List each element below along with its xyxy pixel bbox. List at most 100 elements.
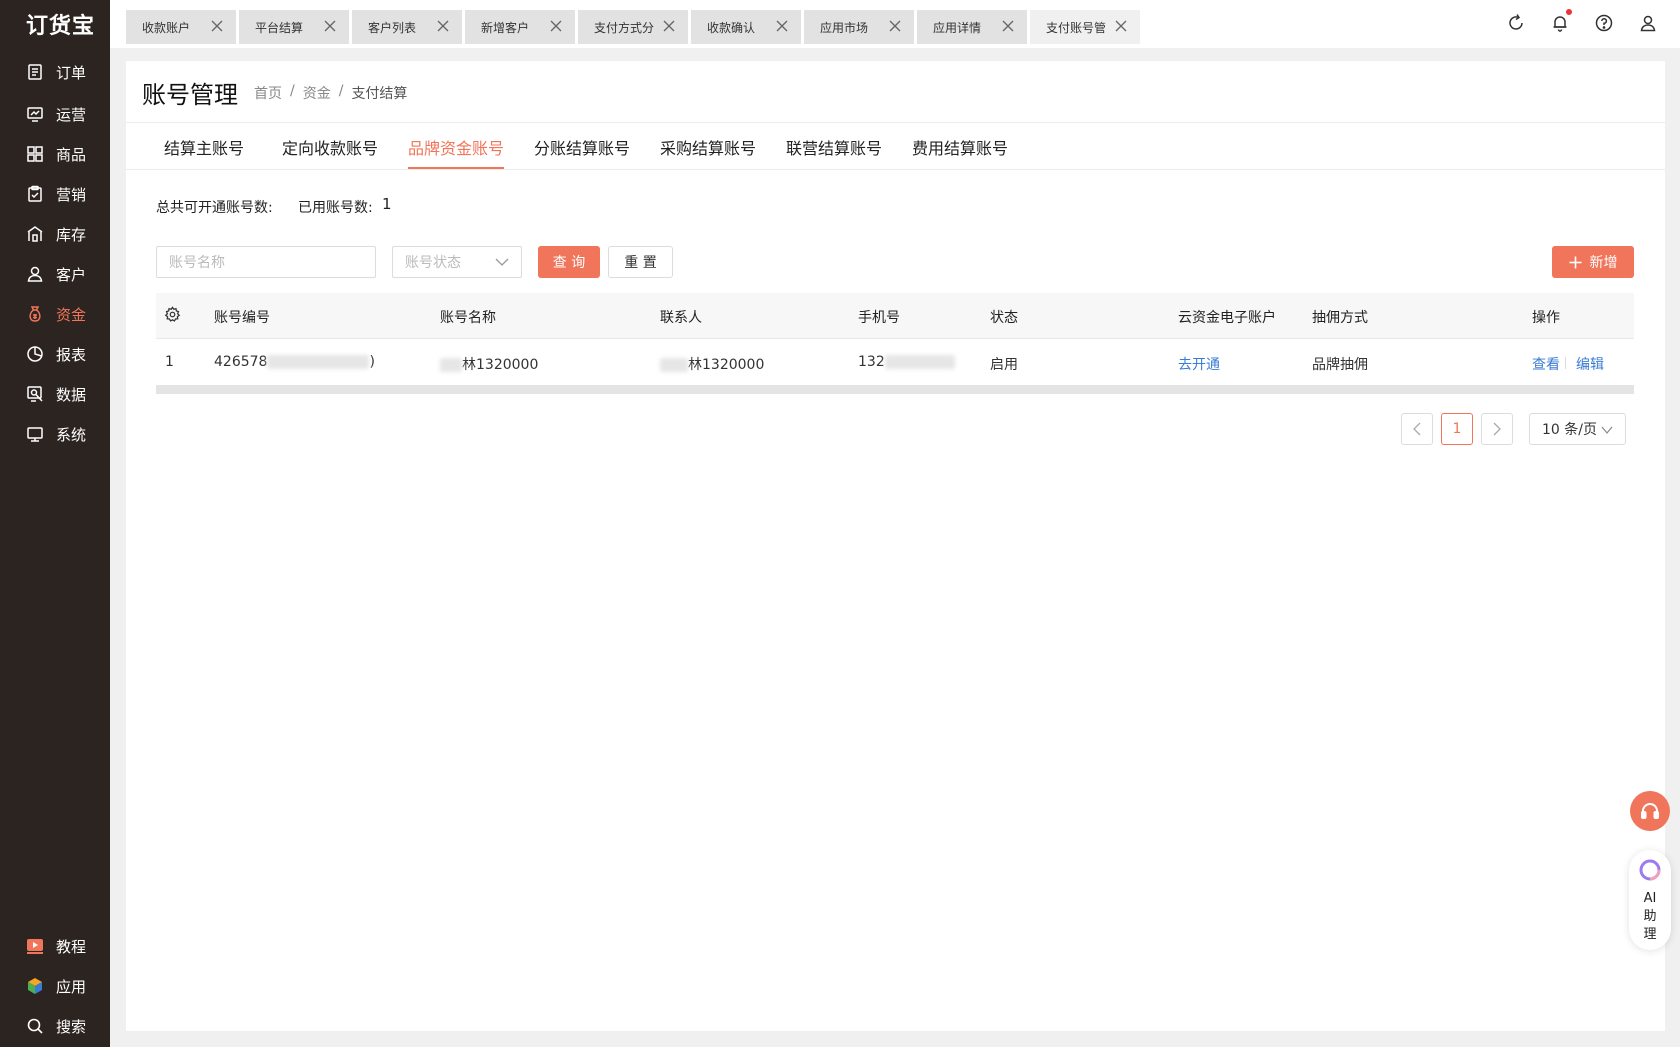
- sidebar-item-orders[interactable]: 订单: [0, 54, 110, 90]
- query-button[interactable]: 查 询: [538, 246, 600, 278]
- tab-brand-funds[interactable]: 品牌资金账号: [408, 135, 504, 159]
- tab-directed-collection[interactable]: 定向收款账号: [282, 135, 378, 159]
- refresh-icon[interactable]: [1506, 13, 1526, 33]
- headset-icon: [1641, 803, 1659, 819]
- column-header: 账号编号: [214, 310, 270, 326]
- table-header: 账号编号 账号名称 联系人 手机号 状态 云资金电子账户 抽佣方式 操作: [156, 293, 1634, 339]
- ai-assistant-label: AI 助 理: [1629, 890, 1671, 944]
- tab-split-settlement[interactable]: 分账结算账号: [534, 135, 630, 159]
- close-icon[interactable]: [210, 19, 224, 33]
- close-icon[interactable]: [775, 19, 789, 33]
- window-tab[interactable]: 应用市场: [804, 10, 914, 44]
- window-tab[interactable]: 收款确认: [691, 10, 801, 44]
- help-icon[interactable]: [1594, 13, 1614, 33]
- tab-settlement-main[interactable]: 结算主账号: [164, 135, 244, 159]
- sidebar-item-operation[interactable]: 运营: [0, 96, 110, 132]
- ai-assistant-button[interactable]: AI 助 理: [1629, 850, 1671, 950]
- reset-button[interactable]: 重 置: [608, 246, 673, 278]
- sidebar-item-label: 客户: [56, 265, 87, 284]
- column-header: 手机号: [858, 310, 900, 326]
- view-link[interactable]: 查看: [1532, 354, 1560, 374]
- sidebar-item-marketing[interactable]: 营销: [0, 176, 110, 212]
- window-tab[interactable]: 应用详情: [917, 10, 1027, 44]
- plus-icon: [1569, 256, 1581, 268]
- page-size-select[interactable]: 10 条/页: [1529, 413, 1626, 445]
- commission-cell: 品牌抽佣: [1312, 357, 1368, 373]
- bell-icon[interactable]: [1550, 13, 1570, 33]
- system-icon: [26, 425, 44, 443]
- tutorial-icon: [26, 937, 44, 955]
- account-status-placeholder: 账号状态: [405, 255, 461, 271]
- window-tab[interactable]: 客户列表: [352, 10, 462, 44]
- user-icon[interactable]: [1638, 13, 1658, 33]
- horizontal-scrollbar[interactable]: [156, 385, 1634, 394]
- window-tab[interactable]: 收款账户: [126, 10, 236, 44]
- account-name-suffix: 林1320000: [462, 357, 539, 373]
- window-tab-label: 支付账号管: [1046, 20, 1107, 35]
- add-button[interactable]: 新增: [1552, 246, 1634, 278]
- tab-joint-settlement[interactable]: 联营结算账号: [786, 135, 882, 159]
- column-header: 状态: [990, 310, 1018, 326]
- operation-icon: [26, 105, 44, 123]
- account-number-suffix: ): [369, 354, 375, 370]
- window-tab-label: 客户列表: [368, 20, 417, 35]
- customer-support-button[interactable]: [1630, 791, 1670, 831]
- next-page-button[interactable]: [1481, 413, 1513, 445]
- sidebar-item-data[interactable]: 数据: [0, 376, 110, 412]
- contact-suffix: 林1320000: [688, 357, 765, 373]
- account-number-prefix: 426578: [214, 354, 268, 370]
- close-icon[interactable]: [888, 19, 902, 33]
- window-tab[interactable]: 支付方式分: [578, 10, 688, 44]
- prev-page-button[interactable]: [1401, 413, 1433, 445]
- sidebar-item-label: 系统: [56, 425, 87, 444]
- breadcrumb-item[interactable]: 首页: [254, 83, 282, 103]
- action-divider: [1565, 357, 1566, 369]
- data-icon: [26, 385, 44, 403]
- marketing-icon: [26, 185, 44, 203]
- close-icon[interactable]: [436, 19, 450, 33]
- open-cloud-account-link[interactable]: 去开通: [1178, 354, 1220, 374]
- edit-link[interactable]: 编辑: [1576, 354, 1604, 374]
- account-name-input[interactable]: 账号名称: [156, 246, 376, 278]
- window-tab-label: 应用市场: [820, 20, 869, 35]
- ai-label-line: 理: [1643, 927, 1657, 942]
- add-button-label: 新增: [1589, 255, 1618, 271]
- sidebar-item-label: 库存: [56, 225, 87, 244]
- sidebar-item-system[interactable]: 系统: [0, 416, 110, 452]
- sidebar-item-report[interactable]: 报表: [0, 336, 110, 372]
- chevron-left-icon: [1413, 422, 1421, 436]
- ai-label-line: AI: [1643, 891, 1657, 906]
- window-tab-active[interactable]: 支付账号管: [1030, 10, 1140, 44]
- sidebar-item-customer[interactable]: 客户: [0, 256, 110, 292]
- sidebar-item-goods[interactable]: 商品: [0, 136, 110, 172]
- sidebar-item-funds[interactable]: 资金: [0, 296, 110, 332]
- tab-purchase-settlement[interactable]: 采购结算账号: [660, 135, 756, 159]
- column-header: 联系人: [660, 310, 702, 326]
- close-icon[interactable]: [1114, 19, 1128, 33]
- sidebar-item-tutorial[interactable]: 教程: [0, 928, 110, 964]
- sidebar-item-label: 商品: [56, 145, 87, 164]
- close-icon[interactable]: [1001, 19, 1015, 33]
- sidebar-item-inventory[interactable]: 库存: [0, 216, 110, 252]
- sidebar-item-label: 营销: [56, 185, 87, 204]
- account-status-select[interactable]: 账号状态: [392, 246, 522, 278]
- breadcrumb-item[interactable]: 资金: [303, 83, 331, 103]
- sidebar-item-apps[interactable]: 应用: [0, 968, 110, 1004]
- account-name-cell: 林1320000: [440, 354, 538, 374]
- close-icon[interactable]: [549, 19, 563, 33]
- column-header: 抽佣方式: [1312, 310, 1368, 326]
- gear-icon[interactable]: [164, 306, 181, 323]
- page-size-value: 10 条/页: [1542, 422, 1597, 438]
- window-tab-label: 收款账户: [142, 20, 191, 35]
- page-number-button[interactable]: 1: [1441, 413, 1473, 445]
- window-tab[interactable]: 平台结算: [239, 10, 349, 44]
- total-accounts-label: 总共可开通账号数:: [156, 200, 273, 216]
- window-tab[interactable]: 新增客户: [465, 10, 575, 44]
- app-logo[interactable]: 订货宝: [26, 8, 95, 40]
- breadcrumb-item-current: 支付结算: [351, 86, 408, 102]
- column-header: 云资金电子账户: [1178, 310, 1276, 326]
- close-icon[interactable]: [662, 19, 676, 33]
- sidebar-item-search[interactable]: 搜索: [0, 1008, 110, 1044]
- close-icon[interactable]: [323, 19, 337, 33]
- tab-expense-settlement[interactable]: 费用结算账号: [912, 135, 1008, 159]
